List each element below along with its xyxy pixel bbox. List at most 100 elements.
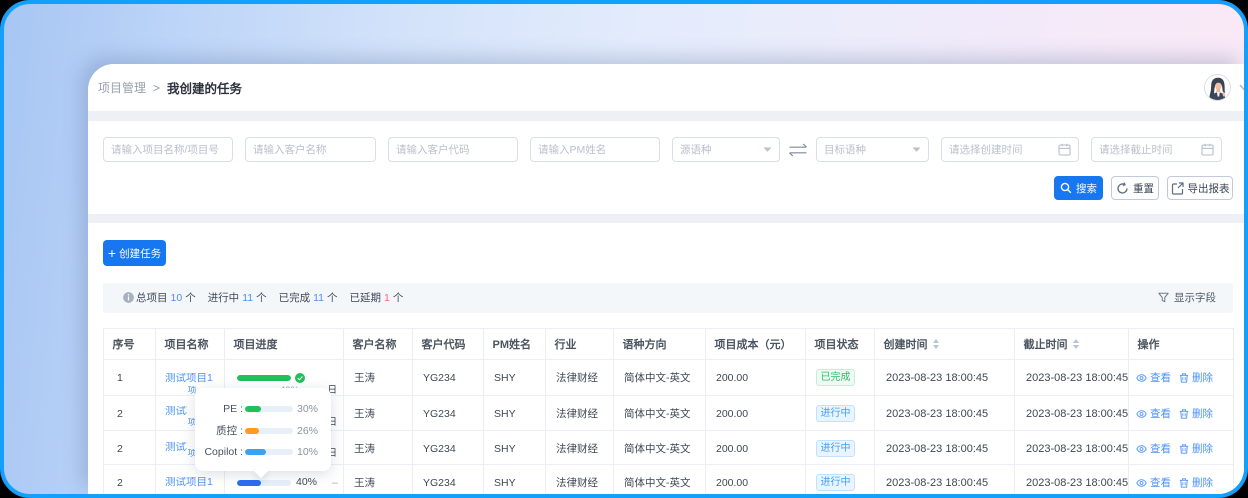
customer-name-input[interactable] <box>253 144 368 156</box>
cell-actions: 查看删除 <box>1129 396 1234 431</box>
column-header-9: 项目成本（元） <box>706 329 806 360</box>
eye-icon <box>1136 374 1147 382</box>
cell-language: 简体中文-英文 <box>614 360 706 396</box>
show-fields-button[interactable]: 显示字段 <box>1158 290 1216 305</box>
deadline-placeholder: 请选择截止时间 <box>1099 142 1201 157</box>
project-name-link[interactable]: 测试项目1 <box>165 373 213 384</box>
cell-index: 2 <box>104 465 156 498</box>
view-label: 查看 <box>1150 477 1171 489</box>
tooltip-progress-track <box>245 449 293 455</box>
calendar-icon <box>1058 143 1071 156</box>
progress-fill <box>237 375 291 381</box>
view-button[interactable]: 查看 <box>1136 372 1171 384</box>
create-task-label: 创建任务 <box>119 246 161 261</box>
customer-name-input-wrap <box>245 137 376 162</box>
cell-deadline: 2023-08-23 18:00:45 <box>1015 360 1129 396</box>
trash-icon <box>1179 444 1189 454</box>
trash-icon <box>1179 373 1189 383</box>
view-label: 查看 <box>1150 443 1171 455</box>
column-header-12[interactable]: 截止时间 <box>1015 329 1129 360</box>
stat-value: 1 <box>384 292 390 304</box>
search-button-label: 搜索 <box>1076 181 1097 196</box>
eye-icon <box>1136 445 1147 453</box>
create-time-picker[interactable]: 请选择创建时间 <box>941 137 1079 162</box>
delete-button[interactable]: 删除 <box>1179 408 1213 420</box>
column-header-11[interactable]: 创建时间 <box>875 329 1015 360</box>
tooltip-row: PE :30% <box>195 399 331 421</box>
avatar-caret-icon[interactable] <box>1239 84 1248 91</box>
stat-label: 进行中 <box>208 290 240 305</box>
project-name-link[interactable]: 测试项目1 <box>165 442 187 453</box>
source-lang-placeholder: 源语种 <box>680 142 763 157</box>
customer-code-input[interactable] <box>396 144 510 156</box>
cell-language: 简体中文-英文 <box>614 396 706 431</box>
status-badge: 进行中 <box>816 440 855 457</box>
export-report-button[interactable]: 导出报表 <box>1167 176 1233 200</box>
column-header-10: 项目状态 <box>806 329 875 360</box>
source-lang-select[interactable]: 源语种 <box>672 137 780 162</box>
cell-deadline: 2023-08-23 18:00:45 <box>1015 396 1129 431</box>
project-name-input[interactable] <box>111 144 225 156</box>
cell-pm: SHY <box>484 360 546 396</box>
stat-label: 总项目 <box>136 290 168 305</box>
project-name-link[interactable]: 测试项目1 <box>165 406 187 417</box>
breadcrumb-section[interactable]: 项目管理 <box>98 79 146 96</box>
delete-label: 删除 <box>1192 477 1213 489</box>
pm-name-input-wrap <box>530 137 660 162</box>
cell-created: 2023-08-23 18:00:45 <box>875 360 1015 396</box>
cell-industry: 法律财经 <box>546 431 614 465</box>
tooltip-progress-track <box>245 406 293 412</box>
progress-track <box>237 375 291 381</box>
sort-icons[interactable] <box>1073 339 1079 349</box>
stat-value: 11 <box>313 292 324 304</box>
delete-button[interactable]: 删除 <box>1179 477 1213 489</box>
search-button[interactable]: 搜索 <box>1054 176 1103 200</box>
project-name-link[interactable]: 测试项目1 <box>165 477 213 488</box>
cell-code: YG234 <box>413 465 484 498</box>
cell-deadline: 2023-08-23 18:00:45 <box>1015 431 1129 465</box>
cell-created: 2023-08-23 18:00:45 <box>875 396 1015 431</box>
pm-name-input[interactable] <box>538 144 652 156</box>
column-header-2: 项目名称 <box>156 329 225 360</box>
show-fields-label: 显示字段 <box>1174 290 1216 305</box>
trash-icon <box>1179 478 1189 488</box>
stat-value: 11 <box>242 292 253 304</box>
cell-created: 2023-08-23 18:00:45 <box>875 431 1015 465</box>
swap-languages-icon[interactable] <box>786 143 810 157</box>
column-header-label: 行业 <box>555 336 577 352</box>
cell-industry: 法律财经 <box>546 465 614 498</box>
breadcrumb-separator: > <box>153 81 160 95</box>
delete-label: 删除 <box>1192 372 1213 384</box>
progress-dash: – <box>332 476 338 490</box>
cell-index: 1 <box>104 360 156 396</box>
export-icon <box>1171 182 1184 195</box>
avatar[interactable] <box>1204 74 1231 101</box>
column-header-label: 客户名称 <box>353 336 397 352</box>
column-header-label: 项目进度 <box>234 336 278 352</box>
create-task-button[interactable]: + 创建任务 <box>103 240 166 266</box>
view-button[interactable]: 查看 <box>1136 408 1171 420</box>
column-header-label: PM姓名 <box>493 336 532 352</box>
reset-button[interactable]: 重置 <box>1111 176 1159 200</box>
cell-language: 简体中文-英文 <box>614 431 706 465</box>
cell-index: 2 <box>104 396 156 431</box>
delete-button[interactable]: 删除 <box>1179 372 1213 384</box>
cell-cost: 200.00 <box>706 360 806 396</box>
view-button[interactable]: 查看 <box>1136 443 1171 455</box>
sort-icons[interactable] <box>933 339 939 349</box>
column-header-label: 序号 <box>113 336 135 352</box>
tooltip-label: PE : <box>195 403 243 415</box>
cell-code: YG234 <box>413 396 484 431</box>
view-label: 查看 <box>1150 372 1171 384</box>
delete-button[interactable]: 删除 <box>1179 443 1213 455</box>
filter-panel: 源语种 目标语种 请选择创建时间 <box>88 121 1244 214</box>
cell-customer: 王涛 <box>344 360 413 396</box>
column-header-label: 截止时间 <box>1024 336 1068 352</box>
view-button[interactable]: 查看 <box>1136 477 1171 489</box>
stat-unit: 个 <box>327 290 338 305</box>
row-index: 2 <box>117 478 123 489</box>
deadline-picker[interactable]: 请选择截止时间 <box>1091 137 1222 162</box>
target-lang-select[interactable]: 目标语种 <box>816 137 929 162</box>
plus-icon: + <box>108 246 116 260</box>
cell-cost: 200.00 <box>706 396 806 431</box>
